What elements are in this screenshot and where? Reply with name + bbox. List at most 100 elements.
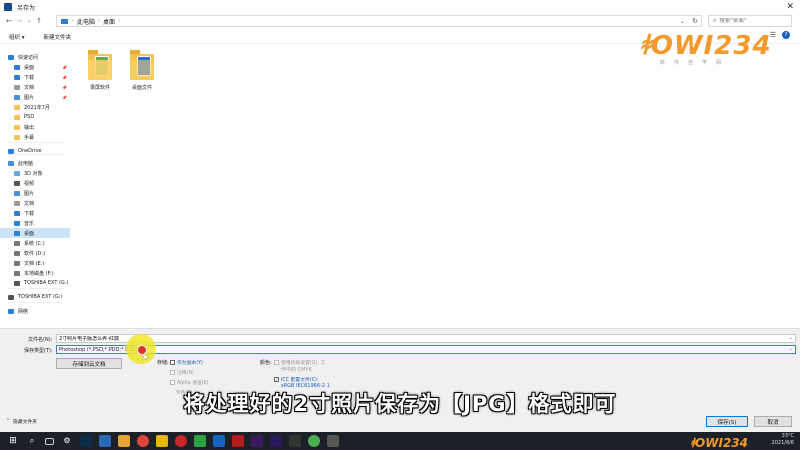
sidebar-item[interactable]: 桌面 xyxy=(0,228,70,238)
filename-input[interactable] xyxy=(59,335,795,342)
organize-menu[interactable]: 组织 ▾ xyxy=(9,33,25,41)
sidebar-item[interactable]: 桌面 📌 xyxy=(0,62,70,72)
chevron-down-icon[interactable]: ⌄ xyxy=(789,346,793,352)
file-list: 录屏软件 桌面文件 xyxy=(80,48,790,328)
close-icon[interactable]: ✕ xyxy=(786,2,794,12)
chevron-down-icon[interactable]: ⌄ xyxy=(789,335,793,341)
edge-icon[interactable] xyxy=(213,435,225,447)
sidebar-item[interactable]: 下载 xyxy=(0,208,70,218)
search-input[interactable] xyxy=(719,18,790,24)
sidebar-item-label: 此电脑 xyxy=(18,160,34,167)
acrobat-icon[interactable] xyxy=(232,435,244,447)
sidebar-item-label: 本地磁盘 (F:) xyxy=(24,270,54,277)
sidebar-item-label: TOSHIBA EXT (G:) xyxy=(18,294,63,300)
sidebar-item-label: 3D 对象 xyxy=(24,170,43,177)
hide-folders-toggle[interactable]: ⌃ 隐藏文件夹 xyxy=(6,418,37,425)
picture-icon xyxy=(14,190,20,196)
wechat-icon[interactable] xyxy=(194,435,206,447)
sidebar-item[interactable]: 音乐 xyxy=(0,218,70,228)
task-view-icon[interactable] xyxy=(45,437,54,445)
mouse-pointer-icon: ➤ xyxy=(141,352,150,363)
proof-cmyk-label: 作中的 CMYK xyxy=(281,367,312,373)
sidebar-item[interactable]: 网络 xyxy=(0,306,70,316)
list-item[interactable]: 桌面文件 xyxy=(122,50,162,91)
weather-text: 33°C xyxy=(781,433,794,439)
date-text: 2021/8/6 xyxy=(771,440,794,446)
sidebar-item[interactable]: TOSHIBA EXT (G:) xyxy=(0,278,70,288)
picture-icon xyxy=(14,94,20,100)
folder-icon xyxy=(88,50,112,80)
sidebar-item[interactable]: 2021年7月 xyxy=(0,102,70,112)
chevron-down-icon[interactable]: ⌄ xyxy=(680,18,685,25)
record-icon[interactable] xyxy=(175,435,187,447)
sidebar-item[interactable]: 快速访问 xyxy=(0,52,70,62)
pin-icon[interactable]: 📌 xyxy=(62,85,67,90)
sidebar-item-label: 软件 (D:) xyxy=(24,250,46,257)
sidebar-item-label: 文档 (E:) xyxy=(24,260,45,267)
drive-icon xyxy=(14,240,20,246)
chevron-right-icon: › xyxy=(98,18,101,24)
watermark-text: ꬸOWI234 xyxy=(640,31,772,61)
filename-field[interactable]: ⌄ xyxy=(56,334,796,343)
app-icon[interactable] xyxy=(289,435,301,447)
sidebar-item[interactable]: 本地磁盘 (F:) xyxy=(0,268,70,278)
app-icon[interactable] xyxy=(156,435,168,447)
sidebar-item[interactable]: 文档 📌 xyxy=(0,82,70,92)
sidebar-item[interactable]: PSD xyxy=(0,112,70,122)
pin-icon[interactable]: 📌 xyxy=(62,95,67,100)
sidebar-item[interactable]: 文档 (E:) xyxy=(0,258,70,268)
up-arrow-icon[interactable]: ↑ xyxy=(34,16,44,26)
chevron-down-icon[interactable]: ⌄ xyxy=(24,16,34,26)
filetype-select[interactable]: Photoshop (*.PSD;*.PDD;*.PSDT) ⌄ xyxy=(56,345,796,354)
files-icon[interactable] xyxy=(118,435,130,447)
video-subtitle: 将处理好的2寸照片保存为【JPG】格式即可 xyxy=(183,392,617,416)
sidebar-item[interactable]: 图片 📌 xyxy=(0,92,70,102)
sidebar-item[interactable]: 此电脑 xyxy=(0,158,70,168)
sidebar-item[interactable]: 软件 (D:) xyxy=(0,248,70,258)
sidebar-item-label: 图片 xyxy=(24,94,35,101)
premiere-icon[interactable] xyxy=(251,435,263,447)
list-item[interactable]: 录屏软件 xyxy=(80,50,120,91)
sidebar-item[interactable]: 图片 xyxy=(0,188,70,198)
sidebar-item[interactable]: TOSHIBA EXT (G:) xyxy=(0,292,70,302)
sidebar-item[interactable]: 输出 xyxy=(0,122,70,132)
chrome-icon[interactable] xyxy=(137,435,149,447)
save-to-cloud-button[interactable]: 存储到云文档 xyxy=(56,358,122,369)
sidebar-item[interactable]: 视频 xyxy=(0,178,70,188)
taskbar: ⊞ ⌕ ⚙ ꬸOWI234 33°C 2021/8/6 xyxy=(0,432,800,450)
photoshop-taskbar-icon[interactable] xyxy=(80,435,92,447)
breadcrumb-desktop[interactable]: 桌面 xyxy=(103,17,115,26)
back-arrow-icon[interactable]: ← xyxy=(4,16,14,26)
sidebar-item[interactable]: 下载 📌 xyxy=(0,72,70,82)
notes-checkbox[interactable]: 注释(N) xyxy=(170,369,194,376)
as-copy-checkbox[interactable]: 作为副本(Y) xyxy=(170,359,203,366)
new-folder-button[interactable]: 新建文件夹 xyxy=(44,33,72,41)
start-icon[interactable]: ⊞ xyxy=(7,435,19,447)
desktop-icon xyxy=(14,64,20,70)
cube-icon xyxy=(14,170,20,176)
breadcrumb-this-pc[interactable]: 此电脑 xyxy=(77,17,95,26)
settings-icon[interactable]: ⚙ xyxy=(61,435,73,447)
sidebar-item-label: TOSHIBA EXT (G:) xyxy=(24,280,69,286)
sidebar-item[interactable]: 文档 xyxy=(0,198,70,208)
sidebar-item[interactable]: 手幕 xyxy=(0,132,70,142)
icc-profile-checkbox[interactable]: ✓ ICC 配置文件(C): xyxy=(274,376,319,383)
pin-icon[interactable]: 📌 xyxy=(62,65,67,70)
search-icon[interactable]: ⌕ xyxy=(26,435,38,447)
app-icon[interactable] xyxy=(308,435,320,447)
sidebar-item-label: 桌面 xyxy=(24,64,35,71)
forward-arrow-icon[interactable]: → xyxy=(14,16,24,26)
help-icon[interactable]: ? xyxy=(782,31,790,39)
address-bar[interactable]: › 此电脑 › 桌面 › ⌄ ↻ xyxy=(56,15,702,27)
app-icon[interactable] xyxy=(327,435,339,447)
desktop-icon xyxy=(14,230,20,236)
pin-icon[interactable]: 📌 xyxy=(62,75,67,80)
alpha-checkbox[interactable]: Alpha 通道(E) xyxy=(170,379,209,386)
use-proof-checkbox[interactable]: 使用校样设置(O): 工 xyxy=(274,359,325,366)
aftereffects-icon[interactable] xyxy=(270,435,282,447)
folder-icon xyxy=(14,134,20,140)
sidebar-item[interactable]: 3D 对象 xyxy=(0,168,70,178)
refresh-icon[interactable]: ↻ xyxy=(692,17,698,25)
active-app-icon[interactable] xyxy=(99,435,111,447)
sidebar-item[interactable]: 系统 (C:) xyxy=(0,238,70,248)
